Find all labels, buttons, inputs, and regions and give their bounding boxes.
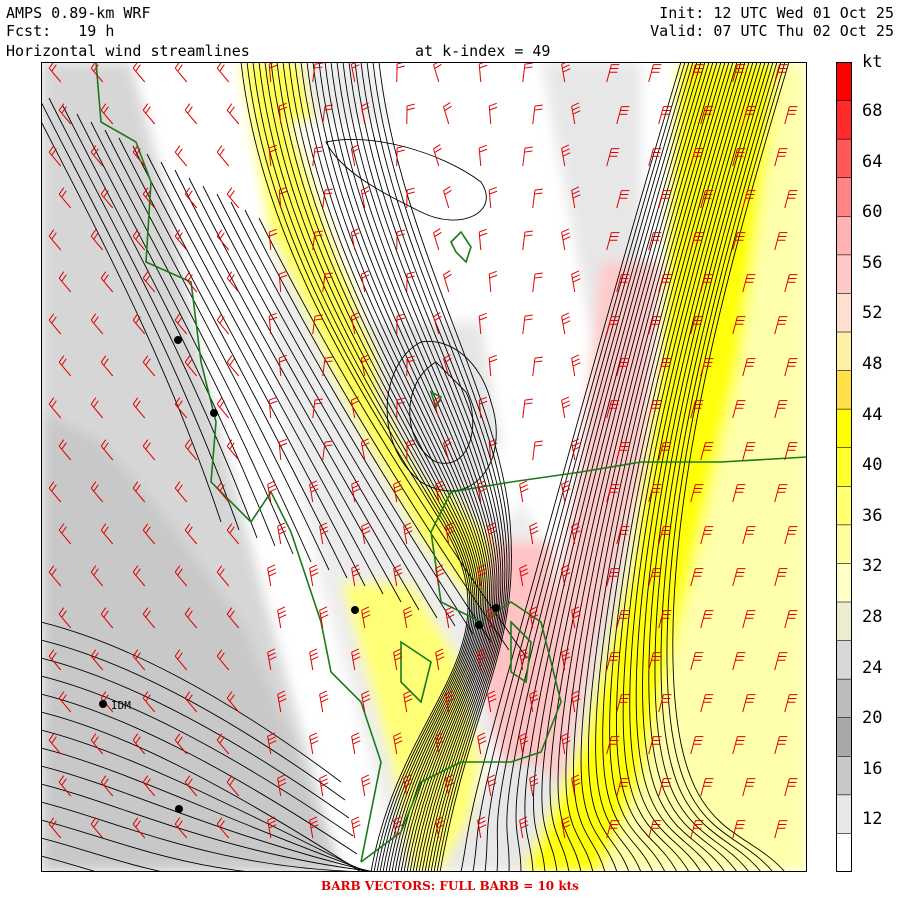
colorbar-tick-label: 28 [862,607,883,627]
init-time: Init: 12 UTC Wed 01 Oct 25 [659,4,894,22]
colorbar-cell [836,177,852,217]
colorbar-tick-label: 60 [862,202,883,223]
station-dot [492,604,500,612]
valid-time: Valid: 07 UTC Thu 02 Oct 25 [650,22,894,40]
colorbar-tick-label: 56 [862,252,883,273]
colorbar-cell [836,833,852,872]
colorbar [836,62,852,872]
colorbar-cell [836,370,852,410]
colorbar-cell [836,756,852,796]
colorbar-cell [836,717,852,757]
colorbar-cell [836,139,852,179]
station-label-idm: IDM [111,699,131,712]
colorbar-cell [836,640,852,680]
colorbar-tick-label: 44 [862,404,883,425]
station-dot [210,409,218,417]
colorbar-cell [836,100,852,140]
colorbar-tick-label: 52 [862,303,883,324]
station-dot [351,606,359,614]
colorbar-tick-label: 40 [862,455,883,476]
colorbar-cell [836,332,852,372]
colorbar-tick-label: 12 [862,809,883,830]
colorbar-cell [836,62,852,102]
colorbar-cell [836,409,852,449]
colorbar-tick-label: 64 [862,151,883,172]
model-title: AMPS 0.89-km WRF [6,4,151,22]
colorbar-cell [836,486,852,526]
colorbar-cell [836,447,852,487]
colorbar-cell [836,254,852,294]
colorbar-tick-label: 36 [862,505,883,526]
colorbar-tick-label: 16 [862,758,883,779]
field-title: Horizontal wind streamlines [6,42,250,60]
colorbar-cell [836,602,852,642]
station-dot [175,805,183,813]
colorbar-tick-label: 32 [862,556,883,577]
station-dot [475,621,483,629]
colorbar-tick-label: 68 [862,101,883,121]
colorbar-cell [836,794,852,834]
station-dot [174,336,182,344]
colorbar-cell [836,293,852,333]
colorbar-tick-label: 24 [862,657,883,678]
colorbar-tick-label: 48 [862,354,883,374]
barb-legend: BARB VECTORS: FULL BARB = 10 kts [321,879,579,893]
colorbar-tick-label: 20 [862,708,883,729]
colorbar-cell [836,524,852,564]
colorbar-unit: kt [862,52,883,72]
colorbar-cell [836,679,852,719]
station-dot [99,700,107,708]
colorbar-cell [836,563,852,603]
forecast-hour: Fcst: 19 h [6,22,115,40]
wind-map: IDM [41,62,807,872]
colorbar-cell [836,216,852,256]
level-label: at k-index = 49 [415,42,551,60]
